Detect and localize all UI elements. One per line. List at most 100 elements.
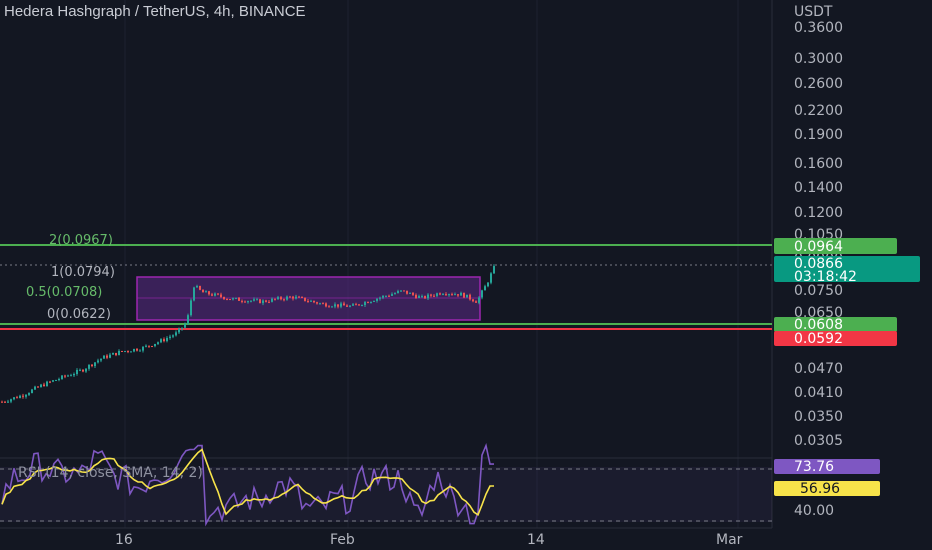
candle-body [433, 295, 435, 297]
candle-body [349, 305, 351, 307]
candle-body [34, 386, 36, 390]
candle-body [316, 302, 318, 304]
candle-body [490, 273, 492, 283]
candle-body [232, 298, 234, 300]
candle-body [88, 364, 90, 369]
time-tick-feb: Feb [330, 532, 355, 548]
candle-body [31, 389, 33, 394]
candle-body [58, 378, 60, 380]
candle-body [169, 336, 171, 338]
candle-body [271, 298, 273, 302]
candle-body [481, 290, 483, 298]
candle-body [130, 351, 132, 353]
candle-body [277, 297, 279, 300]
candle-body [328, 306, 330, 308]
candle-body [463, 292, 465, 298]
resistance-tag: 0.0964 [774, 238, 897, 255]
countdown-tag-text: 03:18:42 [794, 269, 857, 285]
candle-body [160, 339, 162, 343]
candle-body [208, 291, 210, 295]
candle-body [445, 294, 447, 296]
candle-body [127, 350, 129, 352]
candle-body [343, 303, 345, 306]
candle-body [385, 295, 387, 297]
candle-body [253, 299, 255, 301]
rsi-value-tag: 73.76 [774, 459, 880, 475]
candle-body [469, 294, 471, 300]
candle-body [79, 369, 81, 371]
candle-body [106, 355, 108, 358]
candle-body [196, 286, 198, 288]
candle-body [226, 299, 228, 301]
candle-body [487, 282, 489, 287]
candle-body [448, 294, 450, 296]
candle-body [358, 304, 360, 306]
candle-body [430, 294, 432, 296]
candle-body [403, 290, 405, 292]
candle-body [415, 294, 417, 298]
candle-body [364, 302, 366, 306]
candle-body [46, 381, 48, 387]
price-tick-label: 0.1900 [794, 127, 843, 143]
price-tick-label: 0.0350 [794, 409, 843, 425]
candle-body [157, 342, 159, 344]
candle-body [13, 397, 15, 400]
resistance-tag-text: 0.0964 [794, 239, 843, 255]
candle-body [466, 294, 468, 298]
candle-body [442, 294, 444, 296]
rsi-sma-tag-text: 56.96 [800, 481, 840, 497]
trading-chart[interactable]: 2(0.0967) 1(0.0794) 0.5(0.0708) 0(0.0622… [0, 0, 932, 550]
candle-body [409, 292, 411, 294]
candle-body [97, 360, 99, 363]
candle-body [355, 304, 357, 306]
candle-body [388, 295, 390, 297]
candle-body [28, 393, 30, 395]
candle-body [163, 339, 165, 342]
candle-body [94, 362, 96, 367]
candle-body [154, 343, 156, 347]
candle-body [325, 303, 327, 307]
candle-body [418, 296, 420, 298]
candle-body [382, 295, 384, 298]
candle-body [145, 345, 147, 347]
candle-body [187, 315, 189, 324]
rsi-indicator-label[interactable]: RSI (14, close, SMA, 14, 2) [18, 465, 203, 481]
candle-body [274, 298, 276, 300]
candle-body [379, 297, 381, 299]
time-tick-14: 14 [527, 532, 545, 548]
candle-body [397, 291, 399, 294]
candle-body [286, 296, 288, 300]
candle-body [118, 350, 120, 356]
price-tick-label: 0.1200 [794, 205, 843, 221]
candle-body [298, 296, 300, 298]
candle-body [175, 332, 177, 336]
fib-label-0: 0(0.0622) [47, 307, 111, 322]
candle-body [475, 301, 477, 303]
candle-body [91, 364, 93, 367]
candle-body [121, 350, 123, 352]
candle-body [451, 294, 453, 296]
candle-body [289, 296, 291, 298]
support-red-tag-text: 0.0592 [794, 331, 843, 347]
candle-body [124, 350, 126, 352]
price-tick-label: 0.0305 [794, 433, 843, 449]
candle-body [136, 348, 138, 351]
candle-body [109, 354, 111, 358]
candle-body [70, 375, 72, 377]
candle-body [229, 299, 231, 301]
candle-body [367, 302, 369, 304]
candle-body [340, 303, 342, 307]
candle-body [199, 286, 201, 290]
candle-body [112, 352, 114, 355]
candle-body [400, 290, 402, 292]
time-tick-16: 16 [115, 532, 133, 548]
candle-body [484, 286, 486, 291]
price-axis[interactable]: 0.3600 0.3000 0.2600 0.2200 0.1900 0.1600 0.14… [794, 20, 843, 449]
candle-body [7, 401, 9, 403]
candle-body [454, 294, 456, 296]
candle-body [100, 358, 102, 361]
symbol-title[interactable]: Hedera Hashgraph / TetherUS, 4h, BINANCE [4, 3, 306, 20]
candle-body [304, 297, 306, 301]
price-tick-label: 0.2200 [794, 103, 843, 119]
candle-body [49, 381, 51, 383]
